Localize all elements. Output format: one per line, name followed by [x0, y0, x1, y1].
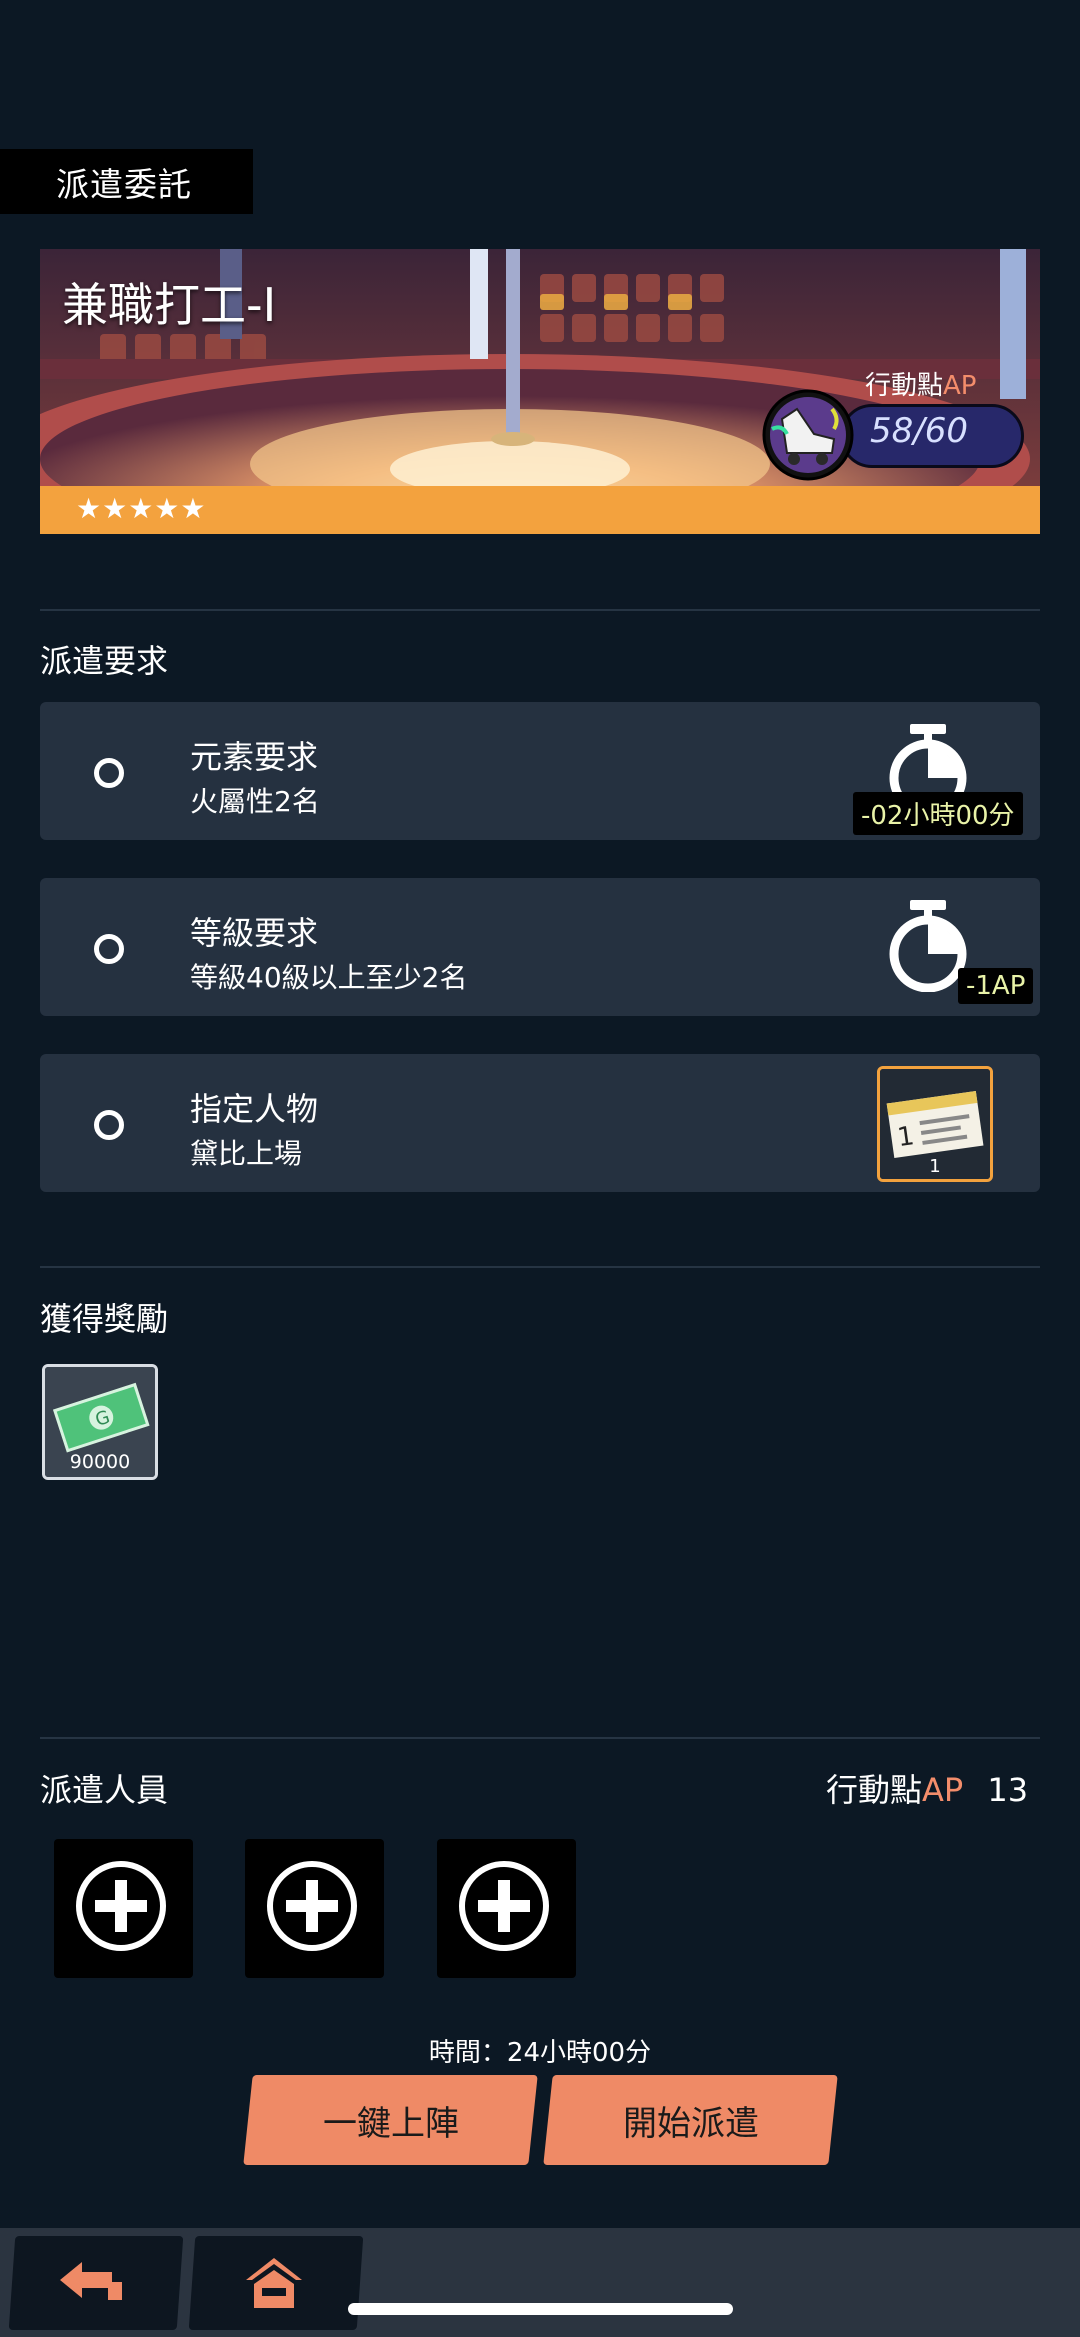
- divider: [40, 1737, 1040, 1739]
- status-ring-icon: [94, 1110, 124, 1140]
- dispatch-title: 派遣人員: [40, 1771, 169, 1809]
- ap-label: 行動點AP: [865, 371, 977, 401]
- rarity-bar: ★★★★★: [40, 486, 1040, 534]
- rewards-title: 獲得獎勵: [40, 1300, 169, 1338]
- ticket-count: 1: [929, 1156, 941, 1177]
- auto-assign-button[interactable]: 一鍵上陣: [243, 2075, 538, 2165]
- ap-value: 58/60: [870, 411, 968, 451]
- add-member-icon: [267, 1861, 357, 1951]
- reward-item[interactable]: G 90000: [42, 1364, 158, 1480]
- member-slot-3[interactable]: [437, 1839, 576, 1978]
- reward-quantity: 90000: [69, 1451, 131, 1473]
- dispatch-duration: 時間：24小時00分: [428, 2038, 652, 2068]
- requirement-title: 元素要求: [190, 738, 319, 776]
- divider: [40, 609, 1040, 611]
- requirement-desc: 等級40級以上至少2名: [190, 961, 468, 994]
- requirement-title: 等級要求: [190, 914, 319, 952]
- start-dispatch-button[interactable]: 開始派遣: [543, 2075, 838, 2165]
- home-icon: [246, 2258, 302, 2308]
- add-member-icon: [76, 1861, 166, 1951]
- add-member-icon: [459, 1861, 549, 1951]
- requirement-title: 指定人物: [190, 1090, 319, 1128]
- requirement-desc: 火屬性2名: [190, 785, 320, 818]
- member-slot-2[interactable]: [245, 1839, 384, 1978]
- roller-skate-icon: [762, 389, 854, 481]
- divider: [40, 1266, 1040, 1268]
- requirement-row[interactable]: 指定人物 黛比上場 1 1: [40, 1054, 1040, 1192]
- rarity-stars: ★★★★★: [76, 492, 207, 525]
- back-button[interactable]: [8, 2236, 184, 2330]
- ap-cost: 行動點AP 13: [826, 1771, 1029, 1809]
- start-dispatch-label: 開始派遣: [622, 2103, 759, 2144]
- status-ring-icon: [94, 758, 124, 788]
- ap-reduction-badge: -1AP: [958, 968, 1034, 1004]
- auto-assign-label: 一鍵上陣: [322, 2103, 459, 2144]
- time-reduction-badge: -02小時00分: [853, 792, 1023, 835]
- ticket-icon: 1 1: [877, 1066, 993, 1182]
- requirement-row[interactable]: 等級要求 等級40級以上至少2名 -1AP: [40, 878, 1040, 1016]
- page-title-tag: 派遣委託: [0, 149, 253, 214]
- mission-banner: 兼職打工-I 行動點AP 58/60 ★★★★★: [40, 249, 1040, 534]
- page-title: 派遣委託: [56, 164, 192, 204]
- home-indicator[interactable]: [348, 2303, 733, 2315]
- member-slot-1[interactable]: [54, 1839, 193, 1978]
- requirement-row[interactable]: 元素要求 火屬性2名 -02小時00分: [40, 702, 1040, 840]
- home-button[interactable]: [188, 2236, 364, 2330]
- requirements-title: 派遣要求: [40, 642, 169, 680]
- status-ring-icon: [94, 934, 124, 964]
- requirement-desc: 黛比上場: [190, 1137, 303, 1170]
- mission-name: 兼職打工-I: [62, 278, 277, 332]
- back-arrow-icon: [60, 2262, 122, 2300]
